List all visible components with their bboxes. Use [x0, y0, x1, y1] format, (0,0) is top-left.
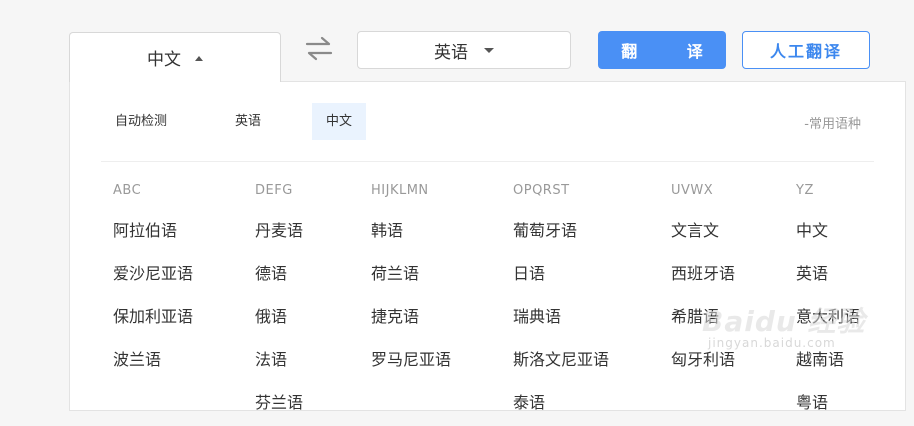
column-header: DEFG [255, 183, 293, 198]
language-column-uvwx: UVWX 文言文 西班牙语 希腊语 匈牙利语 [671, 182, 735, 383]
language-option[interactable]: 丹麦语 [255, 211, 303, 254]
language-column-opqrst: OPQRST 葡萄牙语 日语 瑞典语 斯洛文尼亚语 泰语 [513, 182, 609, 426]
swap-arrows-icon [305, 36, 333, 61]
language-option[interactable]: 越南语 [796, 340, 860, 383]
language-option[interactable]: 文言文 [671, 211, 735, 254]
language-option[interactable]: 意大利语 [796, 297, 860, 340]
language-option[interactable]: 阿拉伯语 [113, 211, 193, 254]
language-option[interactable]: 罗马尼亚语 [371, 340, 451, 383]
language-option[interactable]: 西班牙语 [671, 254, 735, 297]
language-option[interactable]: 泰语 [513, 383, 609, 426]
language-option[interactable]: 俄语 [255, 297, 303, 340]
column-header: YZ [796, 183, 814, 198]
common-item-chinese[interactable]: 中文 [312, 103, 367, 140]
language-option[interactable]: 爱沙尼亚语 [113, 254, 193, 297]
language-option[interactable]: 韩语 [371, 211, 451, 254]
language-option[interactable]: 斯洛文尼亚语 [513, 340, 609, 383]
common-item-auto-detect[interactable]: 自动检测 [115, 103, 167, 140]
human-translation-label: 人工翻译 [769, 42, 842, 61]
divider [101, 161, 874, 162]
translate-button[interactable]: 翻 译 [598, 31, 726, 69]
language-option[interactable]: 保加利亚语 [113, 297, 193, 340]
language-option[interactable]: 瑞典语 [513, 297, 609, 340]
language-option[interactable]: 英语 [796, 254, 860, 297]
language-option[interactable]: 日语 [513, 254, 609, 297]
source-language-label: 中文 [147, 50, 181, 70]
column-header: HIJKLMN [371, 183, 429, 198]
human-translation-button[interactable]: 人工翻译 [742, 31, 870, 69]
language-option[interactable]: 荷兰语 [371, 254, 451, 297]
language-option[interactable]: 芬兰语 [255, 383, 303, 426]
caret-down-icon [484, 48, 494, 53]
language-column-yz: YZ 中文 英语 意大利语 越南语 粤语 [796, 182, 860, 426]
common-item-english[interactable]: 英语 [235, 103, 261, 140]
common-languages-row: 自动检测 英语 中文 -常用语种 [70, 82, 905, 162]
language-option[interactable]: 德语 [255, 254, 303, 297]
column-header: UVWX [671, 183, 714, 198]
language-option[interactable]: 中文 [796, 211, 860, 254]
target-language-label: 英语 [434, 42, 468, 63]
language-option[interactable]: 匈牙利语 [671, 340, 735, 383]
language-option[interactable]: 法语 [255, 340, 303, 383]
translate-button-label: 翻 译 [621, 42, 725, 61]
language-column-defg: DEFG 丹麦语 德语 俄语 法语 芬兰语 [255, 182, 303, 426]
target-language-select[interactable]: 英语 [357, 31, 571, 69]
language-option[interactable]: 葡萄牙语 [513, 211, 609, 254]
language-option[interactable]: 粤语 [796, 383, 860, 426]
language-dropdown-panel: 自动检测 英语 中文 -常用语种 ABC 阿拉伯语 爱沙尼亚语 保加利亚语 波兰语 DEF… [69, 81, 906, 412]
common-languages-label: -常用语种 [804, 117, 861, 132]
column-header: OPQRST [513, 183, 570, 198]
language-column-abc: ABC 阿拉伯语 爱沙尼亚语 保加利亚语 波兰语 [113, 182, 193, 383]
column-header: ABC [113, 183, 142, 198]
language-option[interactable]: 捷克语 [371, 297, 451, 340]
swap-languages-button[interactable] [304, 36, 334, 62]
language-column-hijklmn: HIJKLMN 韩语 荷兰语 捷克语 罗马尼亚语 [371, 182, 451, 383]
language-option[interactable]: 希腊语 [671, 297, 735, 340]
language-option[interactable]: 波兰语 [113, 340, 193, 383]
source-language-select[interactable]: 中文 [69, 32, 281, 82]
caret-up-icon [195, 55, 203, 61]
